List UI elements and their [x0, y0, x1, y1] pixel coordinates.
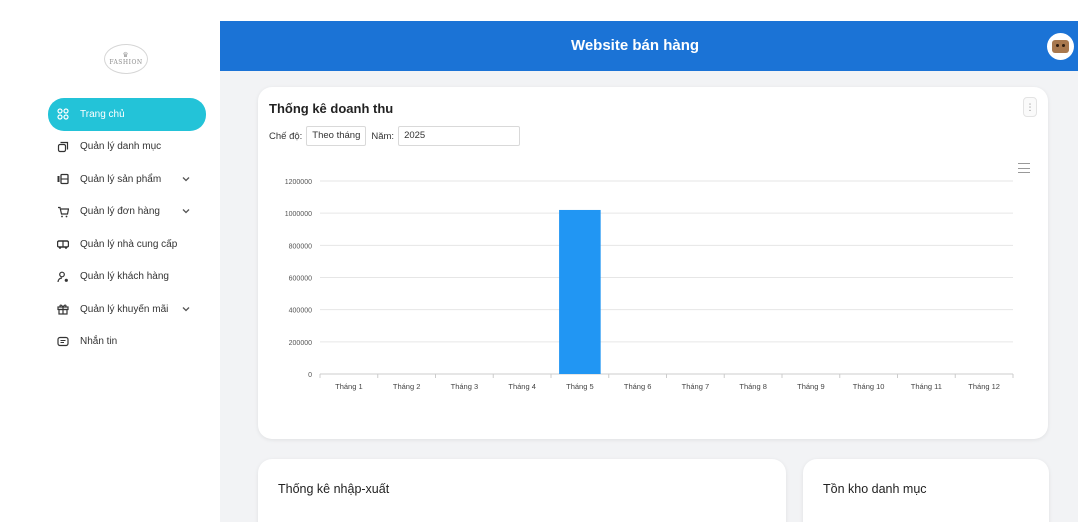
fashion-logo[interactable]: ♛ FASHION: [104, 44, 148, 74]
truck-icon: [56, 237, 70, 251]
y-tick-label: 800000: [289, 243, 312, 250]
revenue-card: Thống kê doanh thu ⋮ Chế độ: Theo tháng …: [258, 87, 1048, 439]
sidebar-item-label: Nhắn tin: [80, 336, 118, 348]
categories-icon: [56, 140, 70, 154]
y-tick-label: 1000000: [285, 211, 312, 218]
chevron-down-icon[interactable]: [182, 207, 192, 216]
sidebar-item-7[interactable]: Quản lý khuyến mãi: [48, 293, 206, 326]
x-tick-label: Tháng 2: [393, 382, 421, 391]
user-avatar[interactable]: [1047, 33, 1074, 60]
x-tick-label: Tháng 8: [739, 382, 767, 391]
top-header: Website bán hàng: [220, 21, 1078, 71]
avatar-image: [1052, 40, 1069, 53]
y-tick-label: 1200000: [285, 179, 312, 186]
sidebar-item-5[interactable]: Quản lý nhà cung cấp: [48, 228, 206, 261]
chevron-down-icon[interactable]: [182, 175, 192, 184]
x-tick-label: Tháng 1: [335, 382, 363, 391]
sidebar-item-label: Quản lý danh mục: [80, 141, 162, 153]
stock-category-title: Tồn kho danh mục: [823, 482, 927, 496]
gift-icon: [56, 302, 70, 316]
x-tick-label: Tháng 5: [566, 382, 594, 391]
import-export-card: Thống kê nhập-xuất: [258, 459, 786, 522]
dashboard-icon: [56, 107, 70, 121]
stock-category-card: Tồn kho danh mục: [803, 459, 1049, 522]
y-tick-label: 0: [308, 372, 312, 379]
x-tick-label: Tháng 11: [911, 382, 942, 391]
sidebar-item-6[interactable]: Quản lý khách hàng: [48, 261, 206, 294]
y-tick-label: 200000: [289, 340, 312, 347]
sidebar-menu: Trang chủ Quản lý danh mục Quản lý sản phẩ…: [48, 98, 206, 358]
main-content: Thống kê doanh thu ⋮ Chế độ: Theo tháng …: [220, 71, 1078, 522]
sidebar-item-1[interactable]: Trang chủ: [48, 98, 206, 131]
import-export-title: Thống kê nhập-xuất: [278, 482, 390, 496]
x-tick-label: Tháng 9: [797, 382, 825, 391]
sidebar-item-3[interactable]: Quản lý sản phẩm: [48, 163, 206, 196]
x-tick-label: Tháng 3: [451, 382, 479, 391]
sidebar-item-4[interactable]: Quản lý đơn hàng: [48, 196, 206, 229]
logo-ring: [104, 44, 148, 74]
header-title: Website bán hàng: [570, 37, 700, 54]
sidebar: ♛ FASHION Trang chủ Quản lý danh mục Quản …: [0, 0, 220, 522]
x-tick-label: Tháng 10: [853, 382, 885, 391]
x-tick-label: Tháng 6: [624, 382, 652, 391]
user-icon: [56, 270, 70, 284]
sidebar-item-2[interactable]: Quản lý danh mục: [48, 131, 206, 164]
products-icon: [56, 172, 70, 186]
bar-tháng-5: [559, 209, 601, 374]
x-tick-label: Tháng 7: [682, 382, 710, 391]
y-tick-label: 600000: [289, 276, 312, 283]
chevron-down-icon[interactable]: [182, 305, 192, 314]
y-tick-label: 400000: [289, 308, 312, 315]
sidebar-item-label: Quản lý đơn hàng: [80, 206, 160, 218]
cart-icon: [56, 205, 70, 219]
sidebar-item-label: Trang chủ: [80, 108, 125, 120]
sidebar-item-label: Quản lý nhà cung cấp: [80, 238, 178, 250]
x-tick-label: Tháng 12: [968, 382, 1000, 391]
sidebar-item-label: Quản lý khuyến mãi: [80, 303, 169, 315]
sidebar-item-label: Quản lý sản phẩm: [80, 173, 162, 185]
revenue-bar-chart: 0 200000 400000 600000 800000 1000000 1200000 T…: [285, 179, 1014, 391]
message-icon: [56, 335, 70, 349]
sidebar-item-8[interactable]: Nhắn tin: [48, 326, 206, 359]
sidebar-item-label: Quản lý khách hàng: [80, 271, 169, 283]
x-tick-label: Tháng 4: [508, 382, 536, 391]
